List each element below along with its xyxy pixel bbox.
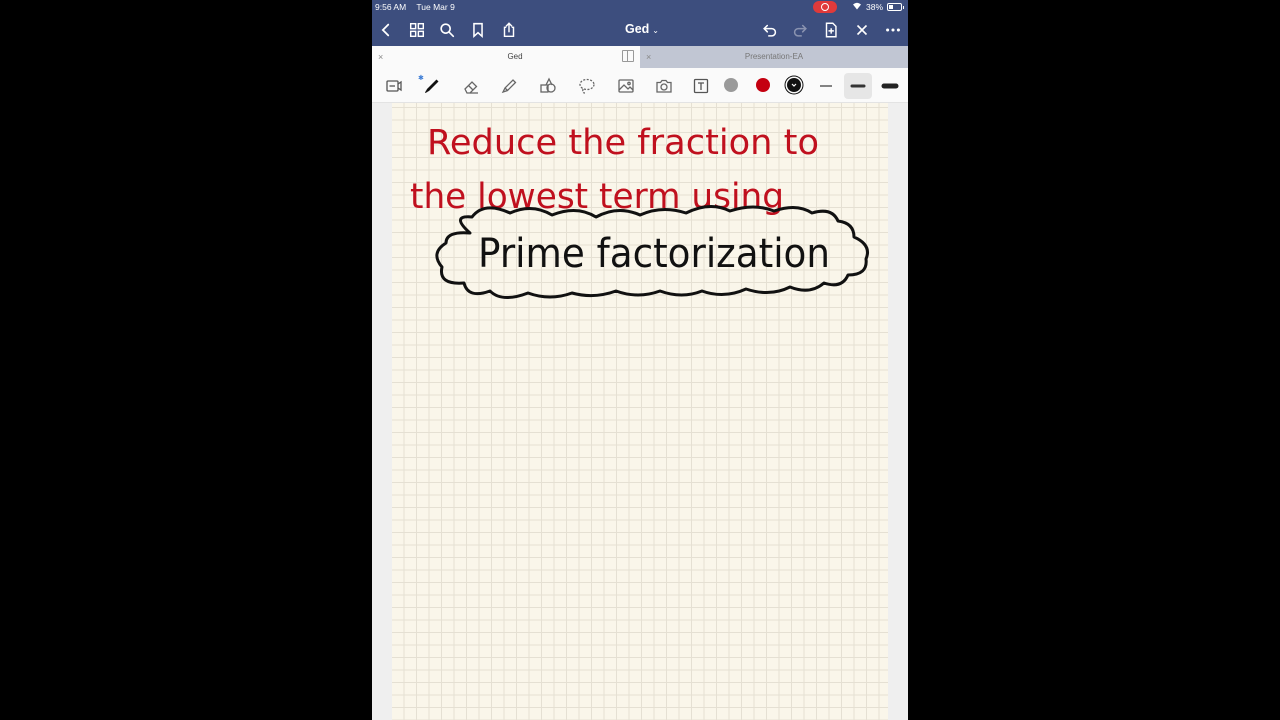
- back-icon[interactable]: [376, 20, 396, 40]
- share-icon[interactable]: [499, 20, 519, 40]
- status-bar: 9:56 AM Tue Mar 9 38%: [372, 0, 908, 14]
- pen-tool-icon[interactable]: [421, 75, 443, 97]
- navigation-bar: Ged ⌄: [372, 14, 908, 46]
- notebook-canvas[interactable]: Reduce the fraction to the lowest term u…: [372, 103, 908, 720]
- redo-icon[interactable]: [790, 20, 810, 40]
- lasso-tool-icon[interactable]: [576, 75, 598, 97]
- color-swatch-gray[interactable]: [724, 78, 738, 92]
- chevron-down-icon: ⌄: [652, 26, 659, 35]
- document-tabs: × Ged × Presentation-EA: [372, 46, 908, 68]
- status-date: Tue Mar 9: [416, 2, 455, 12]
- battery-icon: [887, 3, 904, 11]
- screen-recording-icon: [813, 1, 837, 13]
- split-view-icon[interactable]: [622, 50, 634, 62]
- text-tool-icon[interactable]: [690, 75, 712, 97]
- document-title: Ged: [624, 22, 650, 36]
- color-swatch-black-selected[interactable]: [787, 78, 801, 92]
- eraser-tool-icon[interactable]: [460, 75, 482, 97]
- close-icon[interactable]: [852, 20, 872, 40]
- tab-label: Ged: [507, 52, 523, 61]
- tab-label: Presentation-EA: [744, 52, 804, 61]
- note-highlight-text: Prime factorization: [478, 231, 830, 277]
- search-icon[interactable]: [437, 20, 457, 40]
- stroke-thin-option[interactable]: [815, 75, 837, 97]
- highlighter-tool-icon[interactable]: [498, 75, 520, 97]
- handwritten-notes: Reduce the fraction to the lowest term u…: [410, 123, 869, 299]
- drawing-toolbar: ✱: [372, 68, 908, 103]
- wifi-icon: [852, 1, 862, 12]
- status-time: 9:56 AM: [375, 2, 407, 12]
- undo-icon[interactable]: [760, 20, 780, 40]
- camera-tool-icon[interactable]: [653, 75, 675, 97]
- tab-presentation-ea[interactable]: × Presentation-EA: [640, 46, 908, 68]
- bookmark-icon[interactable]: [468, 20, 488, 40]
- thumbnails-grid-icon[interactable]: [407, 20, 427, 40]
- battery-percent: 38%: [866, 2, 884, 12]
- image-tool-icon[interactable]: [615, 75, 637, 97]
- shapes-tool-icon[interactable]: [537, 75, 559, 97]
- document-title-menu[interactable]: Ged ⌄: [612, 22, 672, 36]
- stroke-thick-option[interactable]: [879, 75, 901, 97]
- add-page-icon[interactable]: [821, 20, 841, 40]
- page-layout-icon[interactable]: [383, 75, 405, 97]
- more-options-icon[interactable]: [883, 20, 903, 40]
- note-line-1: Reduce the fraction to: [427, 123, 819, 163]
- ipad-screen: 9:56 AM Tue Mar 9 38% Ged ⌄ × Ged × Pres…: [372, 0, 908, 720]
- stroke-medium-option-selected[interactable]: [844, 73, 872, 99]
- color-swatch-red[interactable]: [756, 78, 770, 92]
- tab-ged[interactable]: × Ged: [372, 46, 640, 68]
